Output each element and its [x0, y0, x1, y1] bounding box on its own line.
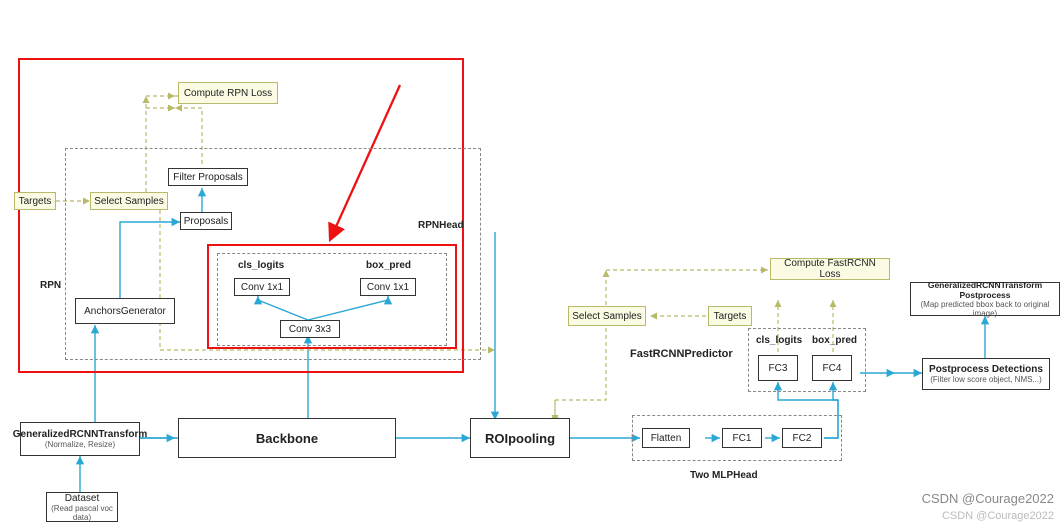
rpn-label: RPN [40, 280, 61, 291]
frp-cls-label: cls_logits [756, 335, 802, 346]
targets-text: Targets [19, 196, 52, 207]
cls-logits-label: cls_logits [238, 260, 284, 271]
dataset-sub: (Read pascal voc data) [49, 504, 115, 522]
compute-frcnn-loss-text: Compute FastRCNN Loss [773, 258, 887, 280]
conv33-box: Conv 3x3 [280, 320, 340, 338]
rpn-select-samples-text: Select Samples [94, 196, 163, 207]
backbone-text: Backbone [256, 431, 318, 446]
frp-label: FastRCNNPredictor [630, 348, 733, 360]
watermark-2: CSDN @Courage2022 [942, 510, 1054, 522]
filter-proposals-box: Filter Proposals [168, 168, 248, 186]
conv33-text: Conv 3x3 [289, 324, 331, 335]
transform-text: GeneralizedRCNNTransform [13, 429, 147, 440]
fc1-box: FC1 [722, 428, 762, 448]
fc2-box: FC2 [782, 428, 822, 448]
rpnhead-label: RPNHead [418, 220, 464, 231]
roipool-text: ROIpooling [485, 431, 555, 446]
rpn-select-samples-box: Select Samples [90, 192, 168, 210]
frp-select-samples-text: Select Samples [572, 311, 641, 322]
transform-box: GeneralizedRCNNTransform (Normalize, Res… [20, 422, 140, 456]
fc4-box: FC4 [812, 355, 852, 381]
dataset-text: Dataset [65, 493, 99, 504]
frp-targets-box: Targets [708, 306, 752, 326]
flatten-box: Flatten [642, 428, 690, 448]
postprocess-transform-sub: (Map predicted bbox back to original ima… [913, 300, 1057, 318]
frp-targets-text: Targets [714, 311, 747, 322]
twomlp-label: Two MLPHead [690, 470, 758, 481]
postprocess-transform-box: GeneralizedRCNNTransform Postprocess (Ma… [910, 282, 1060, 316]
frp-box-label: box_pred [812, 335, 857, 346]
roipool-box: ROIpooling [470, 418, 570, 458]
fc1-text: FC1 [733, 433, 752, 444]
flatten-text: Flatten [651, 433, 682, 444]
postprocess-detections-text: Postprocess Detections [929, 364, 1043, 375]
postprocess-detections-box: Postprocess Detections (Filter low score… [922, 358, 1050, 390]
fc3-text: FC3 [769, 363, 788, 374]
compute-frcnn-loss-box: Compute FastRCNN Loss [770, 258, 890, 280]
proposals-text: Proposals [184, 216, 228, 227]
conv-box-box: Conv 1x1 [360, 278, 416, 296]
anchors-generator-text: AnchorsGenerator [84, 306, 166, 317]
transform-sub: (Normalize, Resize) [45, 440, 115, 449]
conv-cls-box: Conv 1x1 [234, 278, 290, 296]
watermark-1: CSDN @Courage2022 [922, 491, 1054, 506]
conv-box-text: Conv 1x1 [367, 282, 409, 293]
postprocess-transform-text: GeneralizedRCNNTransform Postprocess [913, 280, 1057, 300]
postprocess-detections-sub: (Filter low score object, NMS...) [930, 375, 1042, 384]
proposals-box: Proposals [180, 212, 232, 230]
box-pred-label: box_pred [366, 260, 411, 271]
anchors-generator-box: AnchorsGenerator [75, 298, 175, 324]
fc2-text: FC2 [793, 433, 812, 444]
fc4-text: FC4 [823, 363, 842, 374]
filter-proposals-text: Filter Proposals [173, 172, 242, 183]
compute-rpn-loss-text: Compute RPN Loss [184, 88, 272, 99]
compute-rpn-loss-box: Compute RPN Loss [178, 82, 278, 104]
dataset-box: Dataset (Read pascal voc data) [46, 492, 118, 522]
frp-select-samples-box: Select Samples [568, 306, 646, 326]
fc3-box: FC3 [758, 355, 798, 381]
backbone-box: Backbone [178, 418, 396, 458]
targets-box: Targets [14, 192, 56, 210]
conv-cls-text: Conv 1x1 [241, 282, 283, 293]
